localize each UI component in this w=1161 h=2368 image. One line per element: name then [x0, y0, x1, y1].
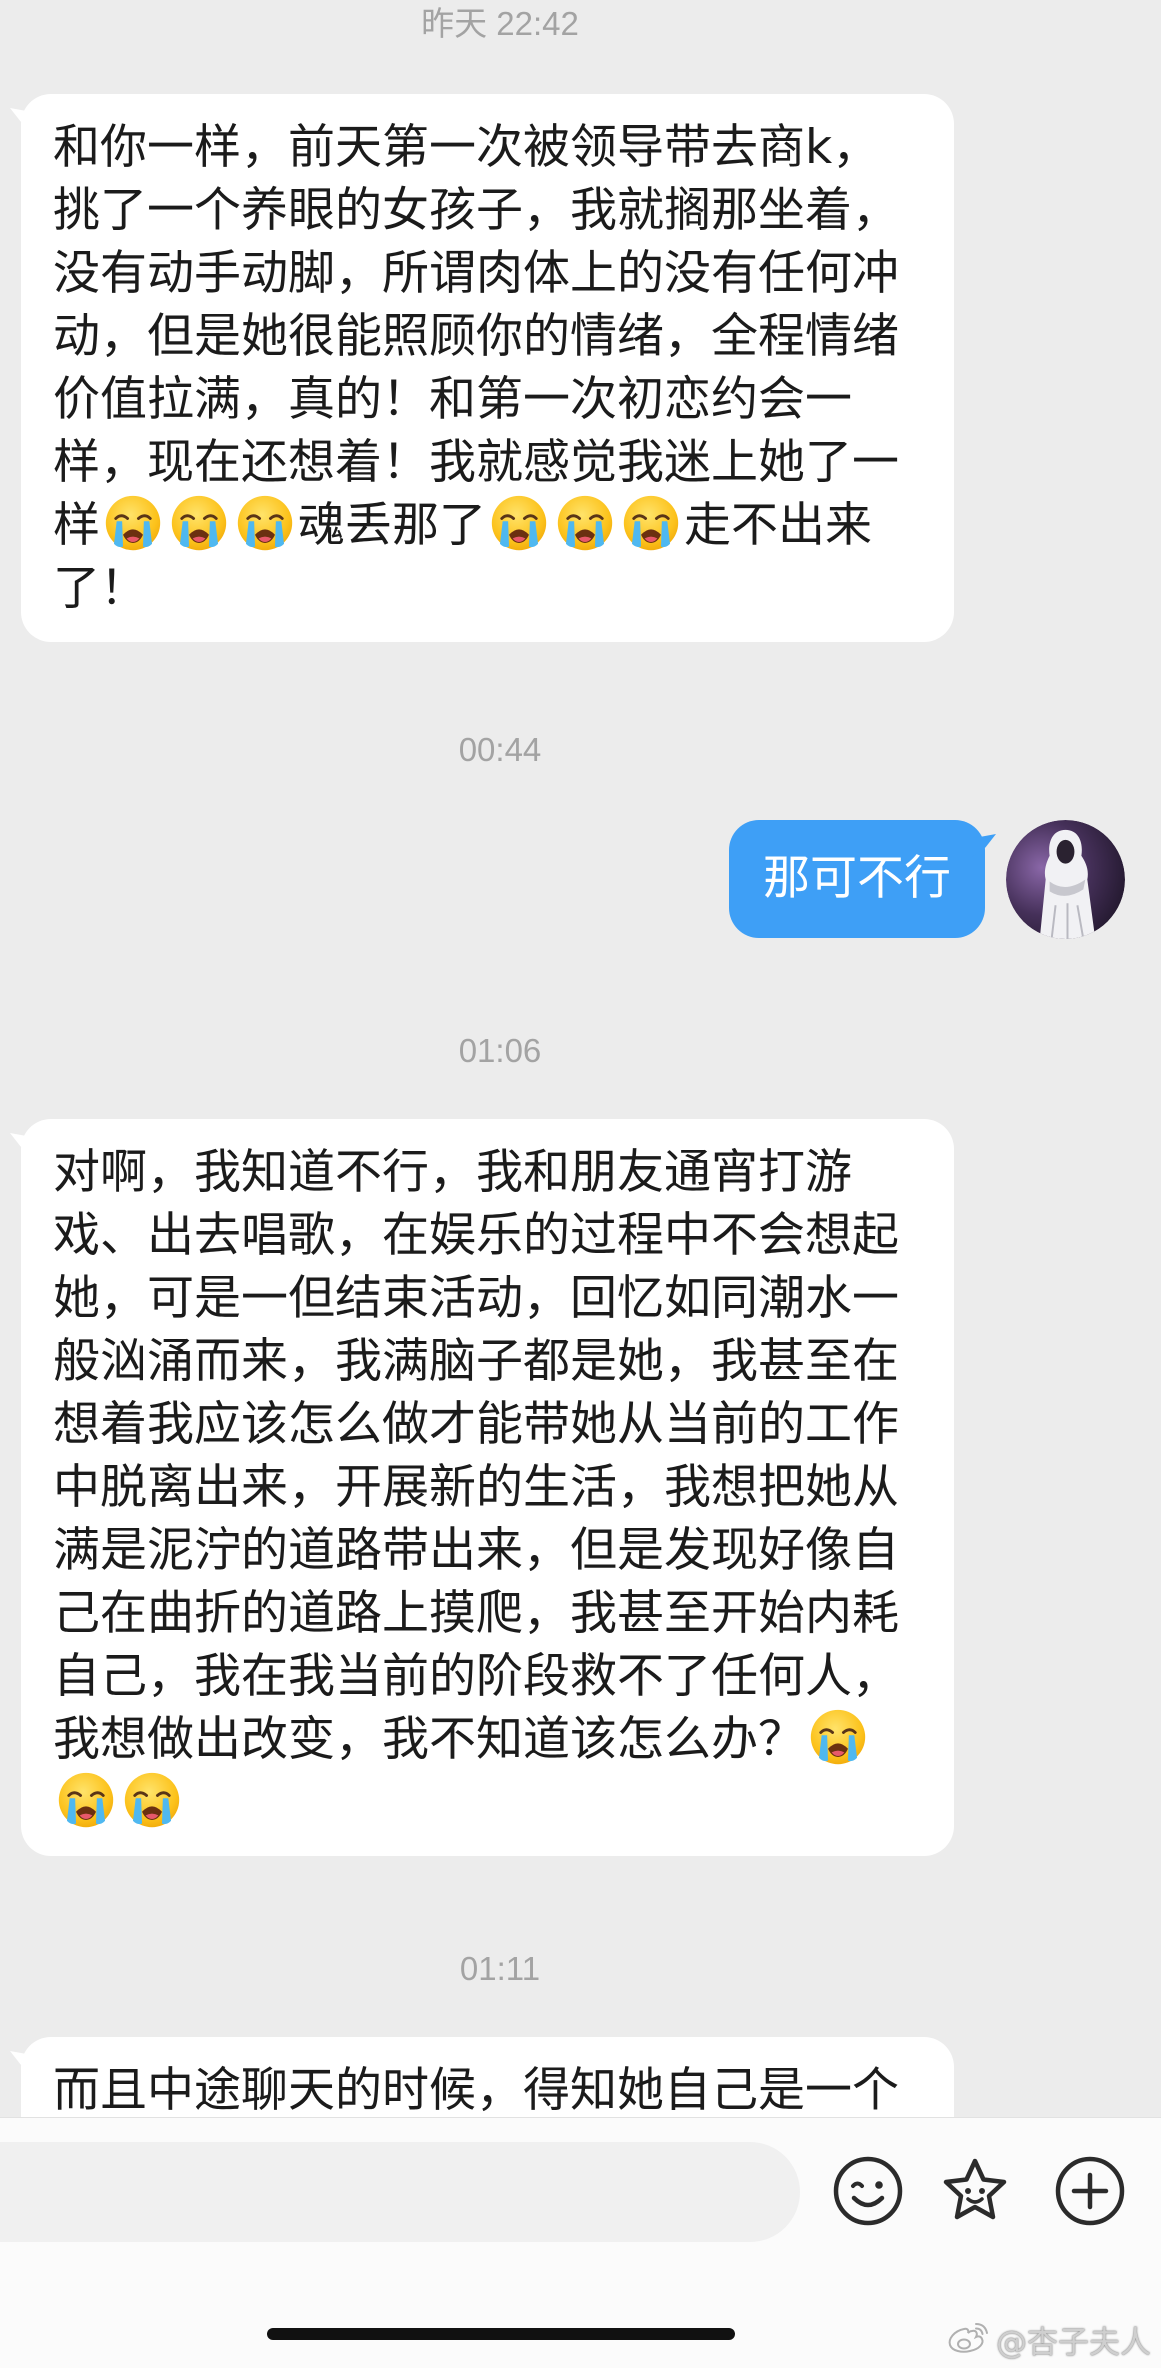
- message-body: 和你一样，前天第一次被领导带去商k，挑了一个养眼的女孩子，我就搁那坐着，没有动手…: [53, 116, 911, 620]
- message-text: 和你一样，前天第一次被领导带去商k，挑了一个养眼的女孩子，我就搁那坐着，没有动手…: [53, 120, 899, 553]
- watermark: @杏子夫人: [946, 2318, 1151, 2361]
- loudly-crying-face-icon: [236, 494, 294, 552]
- message-text: 那可不行: [763, 851, 951, 906]
- loudly-crying-face-icon: [170, 494, 228, 552]
- plus-icon[interactable]: [1054, 2155, 1126, 2227]
- loudly-crying-face-icon: [123, 1771, 181, 1829]
- message-body: 对啊，我知道不行，我和朋友通宵打游戏、出去唱歌，在娱乐的过程中不会想起她，可是一…: [53, 1141, 911, 1834]
- incoming-message-bubble[interactable]: 和你一样，前天第一次被领导带去商k，挑了一个养眼的女孩子，我就搁那坐着，没有动手…: [21, 94, 954, 642]
- timestamp: 00:44: [458, 731, 542, 768]
- home-indicator[interactable]: [267, 2328, 735, 2340]
- message-text: 魂丢那了: [298, 498, 486, 553]
- loudly-crying-face-icon: [556, 494, 614, 552]
- incoming-message-bubble[interactable]: 对啊，我知道不行，我和朋友通宵打游戏、出去唱歌，在娱乐的过程中不会想起她，可是一…: [21, 1119, 954, 1856]
- loudly-crying-face-icon: [809, 1708, 867, 1766]
- watermark-text: @杏子夫人: [996, 2324, 1151, 2361]
- loudly-crying-face-icon: [57, 1771, 115, 1829]
- loudly-crying-face-icon: [490, 494, 548, 552]
- sticker-icon[interactable]: [939, 2155, 1011, 2227]
- timestamp: 01:11: [459, 1950, 541, 1987]
- timestamp: 01:06: [458, 1032, 542, 1069]
- message-input[interactable]: [0, 2142, 800, 2242]
- timestamp: 昨天 22:42: [421, 5, 579, 42]
- message-text: 对啊，我知道不行，我和朋友通宵打游戏、出去唱歌，在娱乐的过程中不会想起她，可是一…: [53, 1145, 899, 1767]
- message-body: 而且中途聊天的时候，得知她自己是一个: [53, 2059, 911, 2122]
- loudly-crying-face-icon: [622, 494, 680, 552]
- outgoing-message-bubble[interactable]: 那可不行: [729, 820, 985, 938]
- hooded-figure-avatar[interactable]: [1006, 820, 1125, 939]
- message-text: 而且中途聊天的时候，得知她自己是一个: [53, 2063, 899, 2118]
- message-body: 那可不行: [729, 847, 985, 910]
- smiley-face-icon[interactable]: [832, 2155, 904, 2227]
- weibo-logo-icon: [946, 2319, 990, 2359]
- loudly-crying-face-icon: [104, 494, 162, 552]
